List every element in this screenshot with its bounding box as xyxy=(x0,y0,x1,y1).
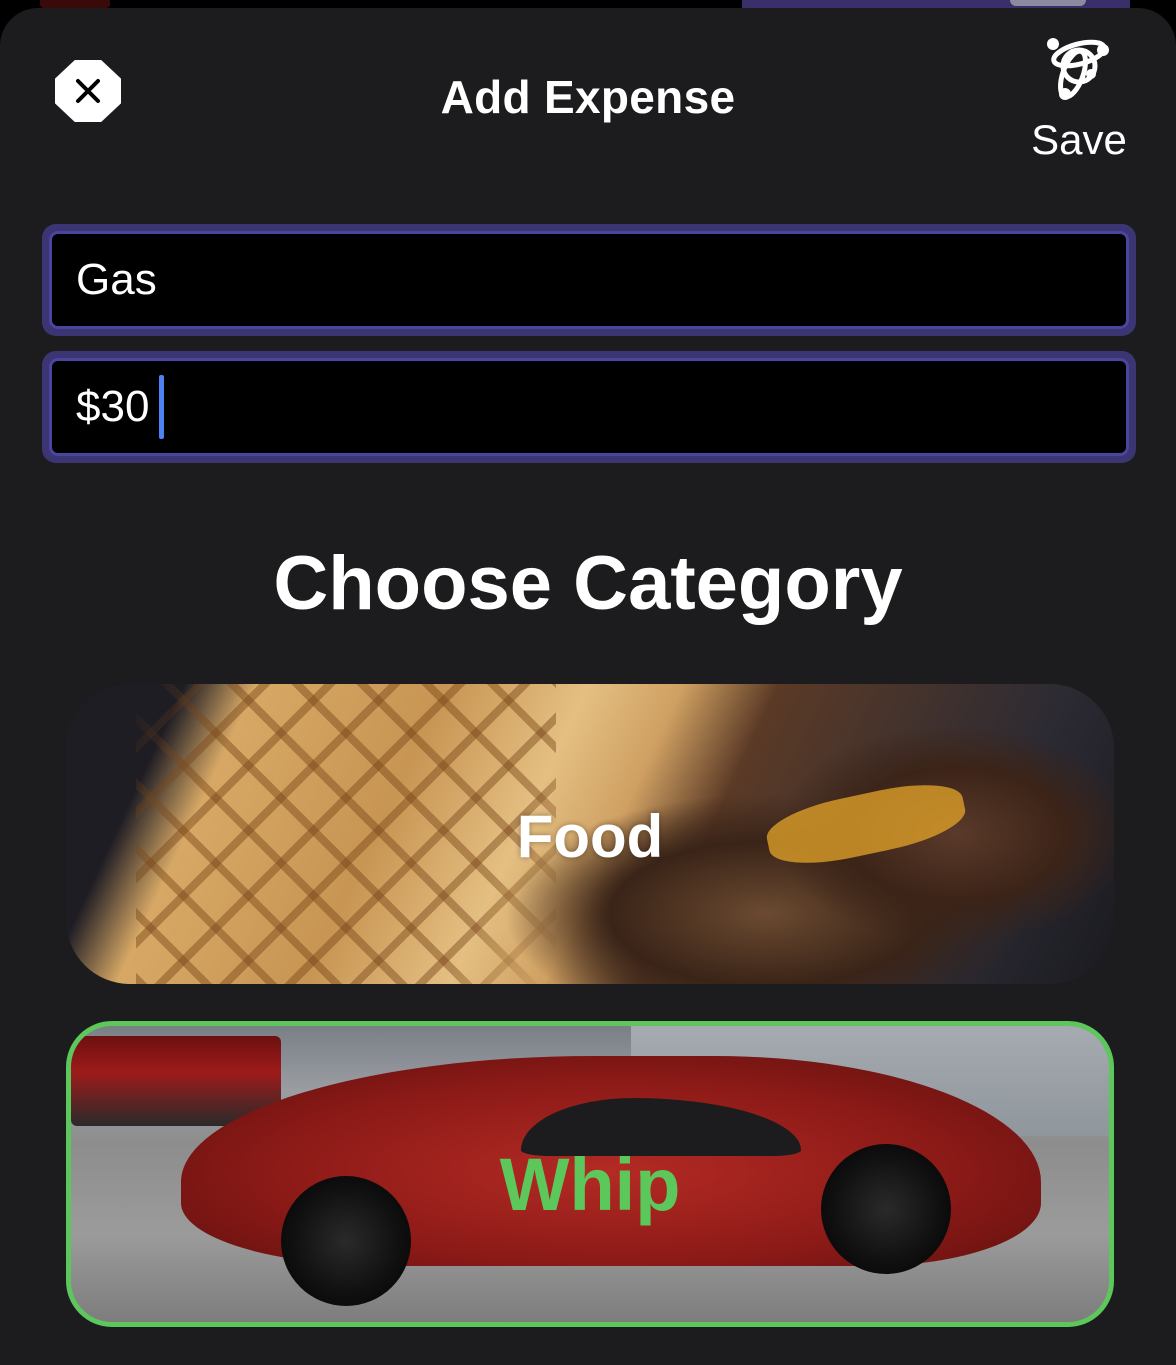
text-caret xyxy=(159,375,165,439)
category-label-whip: Whip xyxy=(499,1143,681,1226)
save-label: Save xyxy=(1031,116,1127,163)
add-expense-sheet: Add Expense Save Gas $30 Choose Category… xyxy=(0,8,1176,1365)
cluster-logo-icon xyxy=(1047,38,1109,100)
category-card-food[interactable]: Food xyxy=(66,684,1114,984)
page-title: Add Expense xyxy=(440,71,736,123)
category-label-food: Food xyxy=(516,803,664,870)
underlying-app-edge xyxy=(1010,0,1086,6)
underlying-app-edge xyxy=(40,0,110,8)
expense-name-value: Gas xyxy=(76,255,157,304)
section-title: Choose Category xyxy=(273,541,903,626)
expense-amount-field[interactable]: $30 xyxy=(42,351,1136,463)
category-card-whip[interactable]: Whip xyxy=(66,1021,1114,1327)
expense-name-field[interactable]: Gas xyxy=(42,224,1136,336)
expense-amount-value: $30 xyxy=(76,382,150,431)
save-button[interactable]: Save xyxy=(1018,30,1140,170)
